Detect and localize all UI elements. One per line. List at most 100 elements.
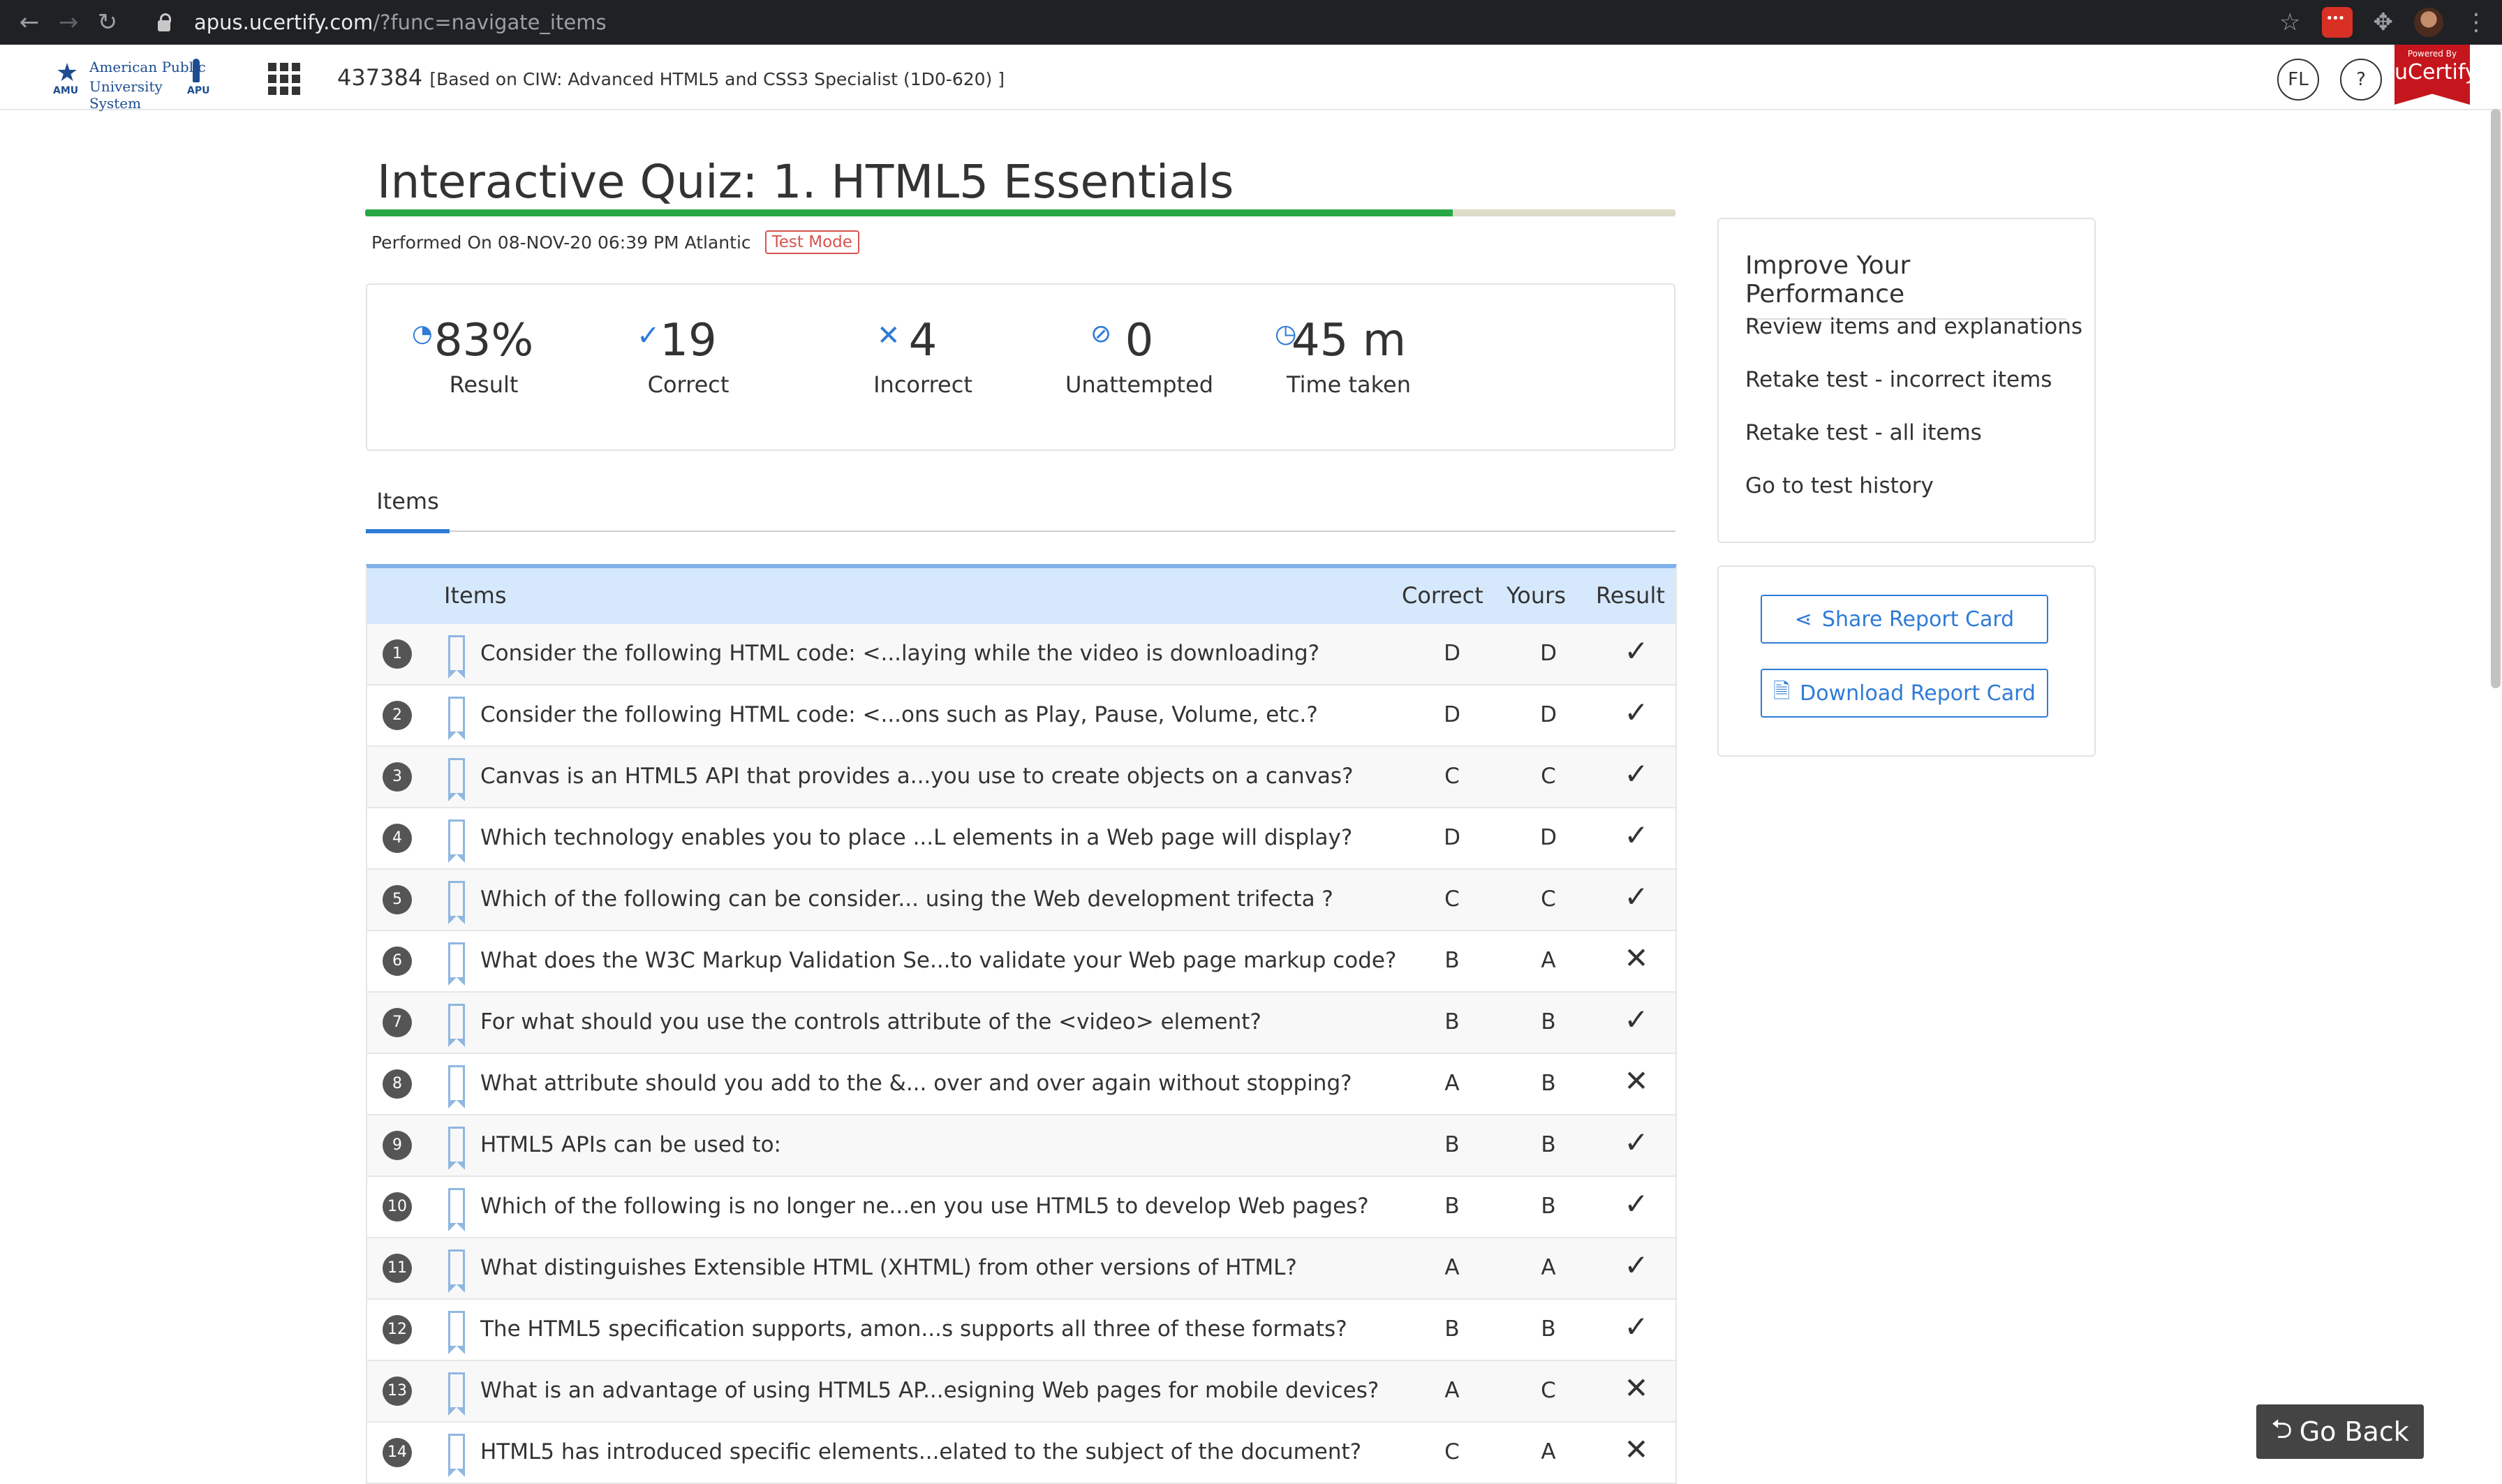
table-header: Items Correct Yours Result	[367, 568, 1675, 624]
eye-slash-icon: ⊘	[1090, 320, 1112, 348]
question-text[interactable]: Consider the following HTML code: <...on…	[480, 702, 1318, 727]
reload-icon[interactable]: ↻	[88, 8, 127, 36]
question-text[interactable]: HTML5 has introduced specific elements..…	[480, 1439, 1361, 1464]
table-row[interactable]: 14 HTML5 has introduced specific elements…	[367, 1423, 1675, 1484]
bookmark-icon[interactable]	[448, 758, 465, 801]
table-row[interactable]: 4 Which technology enables you to place .…	[367, 808, 1675, 870]
table-row[interactable]: 3 Canvas is an HTML5 API that provides a.…	[367, 747, 1675, 808]
item-number: 12	[383, 1315, 412, 1344]
question-text[interactable]: What attribute should you add to the &..…	[480, 1071, 1352, 1096]
browser-actions: ☆ ✥ ⋮	[2279, 0, 2488, 45]
bookmark-icon[interactable]	[448, 1188, 465, 1231]
table-row[interactable]: 11 What distinguishes Extensible HTML (XH…	[367, 1238, 1675, 1300]
result-mark: ✓	[1624, 1002, 1649, 1037]
your-answer: D	[1540, 702, 1557, 727]
address-bar[interactable]: apus.ucertify.com/?func=navigate_items	[154, 4, 2318, 40]
result-mark: ✓	[1624, 880, 1649, 914]
bookmark-icon[interactable]	[448, 1065, 465, 1108]
bookmark-icon[interactable]	[448, 635, 465, 678]
bookmark-icon[interactable]	[448, 1434, 465, 1477]
table-row[interactable]: 6 What does the W3C Markup Validation Se.…	[367, 931, 1675, 993]
bookmark-icon[interactable]	[448, 1311, 465, 1354]
browser-menu-icon[interactable]: ⋮	[2464, 8, 2488, 36]
forward-arrow-icon[interactable]: →	[49, 8, 88, 36]
correct-answer: A	[1444, 1255, 1460, 1280]
download-report-button[interactable]: 🗎 Download Report Card	[1761, 669, 2048, 718]
table-row[interactable]: 12 The HTML5 specification supports, amon…	[367, 1300, 1675, 1361]
stat-value: 0	[1125, 315, 1154, 366]
table-row[interactable]: 10 Which of the following is no longer ne…	[367, 1177, 1675, 1238]
item-number: 4	[383, 824, 412, 853]
table-row[interactable]: 9 HTML5 APIs can be used to: B B ✓	[367, 1115, 1675, 1177]
clock-icon: ◷	[1275, 320, 1297, 348]
your-answer: D	[1540, 641, 1557, 666]
bookmark-icon[interactable]	[448, 1127, 465, 1170]
retake-incorrect-link[interactable]: Retake test - incorrect items	[1745, 367, 2052, 392]
logo-line1: American Public	[89, 59, 206, 75]
retake-all-link[interactable]: Retake test - all items	[1745, 420, 1982, 445]
header-correct: Correct	[1402, 582, 1483, 609]
logo-torch-icon	[193, 59, 200, 82]
ucertify-brand: Powered By uCertify	[2394, 45, 2470, 105]
bookmark-icon[interactable]	[448, 942, 465, 986]
correct-answer: B	[1444, 1194, 1460, 1219]
question-text[interactable]: Consider the following HTML code: <...la…	[480, 641, 1319, 666]
bookmark-icon[interactable]	[448, 819, 465, 863]
share-report-button[interactable]: ⋖ Share Report Card	[1761, 595, 2048, 644]
question-text[interactable]: Canvas is an HTML5 API that provides a..…	[480, 764, 1354, 789]
download-label: Download Report Card	[1800, 681, 2036, 706]
bookmark-star-icon[interactable]: ☆	[2279, 8, 2300, 36]
question-text[interactable]: The HTML5 specification supports, amon..…	[480, 1316, 1347, 1342]
url-path: /?func=navigate_items	[373, 10, 607, 34]
extension-icon[interactable]	[2321, 7, 2353, 38]
university-logo[interactable]: ★ AMU American Public University System …	[50, 59, 218, 112]
report-card-panel: ⋖ Share Report Card 🗎 Download Report Ca…	[1717, 565, 2096, 757]
apps-grid-icon[interactable]	[268, 63, 300, 95]
question-text[interactable]: Which technology enables you to place ..…	[480, 825, 1352, 850]
bookmark-icon[interactable]	[448, 1004, 465, 1047]
question-text[interactable]: What distinguishes Extensible HTML (XHTM…	[480, 1255, 1297, 1280]
bookmark-icon[interactable]	[448, 697, 465, 740]
table-row[interactable]: 2 Consider the following HTML code: <...o…	[367, 685, 1675, 747]
improve-panel: Improve Your Performance Review items an…	[1717, 218, 2096, 543]
table-row[interactable]: 5 Which of the following can be consider.…	[367, 870, 1675, 931]
extensions-puzzle-icon[interactable]: ✥	[2374, 8, 2394, 36]
test-history-link[interactable]: Go to test history	[1745, 473, 1934, 498]
result-mark: ✕	[1624, 941, 1649, 975]
item-number: 10	[383, 1192, 412, 1222]
correct-answer: B	[1444, 948, 1460, 973]
your-answer: C	[1541, 1378, 1556, 1403]
question-text[interactable]: For what should you use the controls att…	[480, 1009, 1261, 1034]
stat-label: Time taken	[1287, 371, 1411, 398]
your-answer: B	[1541, 1132, 1556, 1157]
back-arrow-icon[interactable]: ←	[10, 8, 49, 36]
stat-label: Result	[449, 371, 519, 398]
question-text[interactable]: Which of the following is no longer ne..…	[480, 1194, 1369, 1219]
tab-items[interactable]: Items	[366, 482, 450, 533]
scrollbar[interactable]	[2491, 109, 2501, 688]
question-text[interactable]: Which of the following can be consider..…	[480, 886, 1333, 912]
profile-avatar[interactable]	[2414, 8, 2443, 37]
bookmark-icon[interactable]	[448, 1372, 465, 1416]
user-initials-button[interactable]: FL	[2277, 59, 2319, 101]
question-text[interactable]: HTML5 APIs can be used to:	[480, 1132, 781, 1157]
question-text[interactable]: What does the W3C Markup Validation Se..…	[480, 948, 1396, 973]
correct-answer: A	[1444, 1378, 1460, 1403]
help-button[interactable]: ?	[2340, 59, 2382, 101]
table-row[interactable]: 13 What is an advantage of using HTML5 AP…	[367, 1361, 1675, 1423]
table-row[interactable]: 7 For what should you use the controls at…	[367, 993, 1675, 1054]
question-text[interactable]: What is an advantage of using HTML5 AP..…	[480, 1378, 1379, 1403]
lock-icon	[154, 12, 175, 33]
item-number: 13	[383, 1377, 412, 1406]
go-back-button[interactable]: ⮌ Go Back	[2256, 1404, 2424, 1459]
result-mark: ✓	[1624, 1125, 1649, 1159]
logo-apu: APU	[187, 85, 210, 96]
logo-star-icon: ★	[56, 59, 79, 87]
bookmark-icon[interactable]	[448, 881, 465, 924]
review-items-link[interactable]: Review items and explanations	[1745, 314, 2082, 339]
result-icon: ◔	[412, 320, 433, 348]
table-row[interactable]: 8 What attribute should you add to the &.…	[367, 1054, 1675, 1115]
bookmark-icon[interactable]	[448, 1249, 465, 1293]
table-row[interactable]: 1 Consider the following HTML code: <...l…	[367, 624, 1675, 685]
page-title: Interactive Quiz: 1. HTML5 Essentials	[377, 155, 1234, 209]
